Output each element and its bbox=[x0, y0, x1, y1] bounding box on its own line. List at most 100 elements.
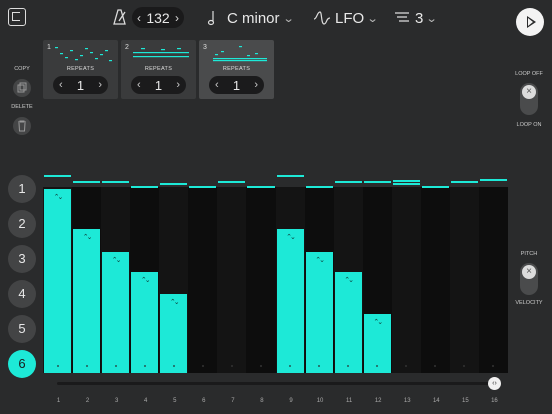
drag-handle-icon[interactable]: ⌃⌄ bbox=[160, 299, 187, 306]
step-dot bbox=[405, 365, 408, 367]
count-selector[interactable]: 3 ⌄ bbox=[394, 8, 438, 28]
repeats-stepper[interactable]: ‹ 1 › bbox=[131, 76, 186, 94]
velocity-bar[interactable]: ⌃⌄ bbox=[305, 251, 333, 373]
step-column[interactable] bbox=[392, 187, 421, 373]
pattern-preview bbox=[133, 48, 189, 58]
step-label: 16 bbox=[491, 398, 498, 404]
step-column[interactable]: ⌃⌄ bbox=[304, 187, 334, 373]
pattern-card-3[interactable]: 3 REPEATS ‹ 1 › bbox=[199, 40, 274, 99]
repeats-decrease-button[interactable]: ‹ bbox=[59, 79, 63, 91]
step-column[interactable]: ⌃⌄ bbox=[159, 187, 188, 373]
step-dot bbox=[259, 365, 262, 367]
step-column[interactable] bbox=[217, 187, 246, 373]
repeats-decrease-button[interactable]: ‹ bbox=[137, 79, 141, 91]
step-column[interactable]: ⌃⌄ bbox=[130, 187, 160, 373]
velocity-bar[interactable]: ⌃⌄ bbox=[131, 271, 159, 373]
step-column[interactable] bbox=[246, 187, 276, 373]
step-label: 10 bbox=[316, 398, 324, 404]
pitch-line bbox=[73, 181, 101, 183]
repeats-label: REPEATS bbox=[66, 66, 95, 72]
tempo-stepper[interactable]: ‹ 132 › bbox=[132, 7, 184, 28]
drag-handle-icon[interactable]: ⌃⌄ bbox=[131, 277, 158, 284]
repeats-increase-button[interactable]: › bbox=[98, 79, 102, 91]
step-column[interactable] bbox=[478, 187, 508, 373]
step-column[interactable] bbox=[420, 187, 450, 373]
channel-button-1[interactable]: 1 bbox=[8, 175, 36, 203]
pattern-preview bbox=[55, 47, 112, 62]
repeats-increase-button[interactable]: › bbox=[254, 79, 258, 91]
pattern-number: 1 bbox=[47, 44, 51, 51]
repeats-decrease-button[interactable]: ‹ bbox=[215, 79, 219, 91]
step-sequencer-grid[interactable]: ⌃⌄ ⌃⌄ ⌃⌄ ⌃⌄ ⌃⌄ ⌃⌄ ⌃⌄ ⌃⌄ ⌃⌄ bbox=[43, 187, 508, 373]
velocity-bar[interactable]: ⌃⌄ bbox=[276, 229, 304, 373]
velocity-bar[interactable]: ⌃⌄ bbox=[334, 271, 362, 373]
step-column[interactable]: ⌃⌄ bbox=[362, 187, 392, 373]
step-label: 13 bbox=[403, 398, 411, 404]
metronome-icon[interactable] bbox=[110, 8, 128, 26]
pitch-line bbox=[276, 175, 304, 177]
pitch-velocity-toggle[interactable]: × bbox=[520, 263, 538, 295]
pattern-card-2[interactable]: 2 REPEATS ‹ 1 › bbox=[121, 40, 196, 99]
pitch-line bbox=[392, 180, 420, 182]
velocity-bar[interactable]: ⌃⌄ bbox=[73, 229, 101, 373]
loop-toggle[interactable]: × bbox=[520, 83, 538, 115]
step-column[interactable]: ⌃⌄ bbox=[43, 187, 72, 373]
drag-handle-icon[interactable]: ⌃⌄ bbox=[102, 257, 129, 264]
step-column[interactable] bbox=[450, 187, 479, 373]
chevron-down-icon: ⌄ bbox=[282, 12, 295, 25]
repeats-stepper[interactable]: ‹ 1 › bbox=[209, 76, 264, 94]
scale-selector[interactable]: C minor ⌄ bbox=[205, 8, 295, 28]
step-column[interactable]: ⌃⌄ bbox=[276, 187, 305, 373]
scale-label: C minor bbox=[227, 9, 280, 27]
repeats-value: 1 bbox=[232, 77, 241, 93]
step-dot bbox=[56, 365, 59, 367]
step-column[interactable]: ⌃⌄ bbox=[101, 187, 130, 373]
step-label: 7 bbox=[231, 398, 235, 404]
drag-handle-icon[interactable]: ⌃⌄ bbox=[364, 319, 391, 326]
tempo-decrease-button[interactable]: ‹ bbox=[137, 11, 141, 25]
step-label: 6 bbox=[202, 398, 206, 404]
loop-on-label: LOOP ON bbox=[516, 122, 542, 128]
pitch-line bbox=[160, 183, 188, 185]
channel-button-3[interactable]: 3 bbox=[8, 245, 36, 273]
channel-button-2[interactable]: 2 bbox=[8, 210, 36, 238]
step-column[interactable]: ⌃⌄ bbox=[334, 187, 363, 373]
drag-handle-icon[interactable]: ⌃⌄ bbox=[44, 194, 71, 201]
lfo-wave-icon bbox=[313, 11, 331, 25]
velocity-bar[interactable]: ⌃⌄ bbox=[102, 251, 130, 373]
step-column[interactable]: ⌃⌄ bbox=[72, 187, 102, 373]
step-label: 9 bbox=[289, 398, 293, 404]
mod-label: LFO bbox=[335, 9, 365, 27]
play-button[interactable] bbox=[516, 8, 544, 36]
repeats-stepper[interactable]: ‹ 1 › bbox=[53, 76, 108, 94]
app-logo-icon[interactable] bbox=[8, 8, 26, 26]
tempo-value: 132 bbox=[146, 9, 170, 26]
velocity-bar[interactable]: ⌃⌄ bbox=[160, 293, 188, 373]
step-column[interactable] bbox=[188, 187, 218, 373]
step-dot bbox=[492, 365, 495, 367]
tempo-increase-button[interactable]: › bbox=[175, 11, 179, 25]
pitch-line bbox=[131, 186, 159, 188]
pitch-line bbox=[102, 181, 130, 183]
scroll-track[interactable] bbox=[57, 382, 497, 385]
step-dot bbox=[143, 365, 146, 367]
step-label: 11 bbox=[346, 398, 353, 404]
channel-button-4[interactable]: 4 bbox=[8, 280, 36, 308]
velocity-bar[interactable]: ⌃⌄ bbox=[44, 189, 72, 373]
repeats-increase-button[interactable]: › bbox=[176, 79, 180, 91]
pattern-card-1[interactable]: 1 REPEATS ‹ 1 › bbox=[43, 40, 118, 99]
drag-handle-icon[interactable]: ⌃⌄ bbox=[277, 234, 304, 241]
drag-handle-icon[interactable]: ⌃⌄ bbox=[306, 257, 333, 264]
copy-button[interactable] bbox=[13, 79, 31, 97]
channel-button-6[interactable]: 6 bbox=[8, 350, 36, 378]
pitch-line bbox=[44, 175, 72, 177]
mod-selector[interactable]: LFO ⌄ bbox=[313, 8, 379, 28]
pitch-line bbox=[421, 186, 449, 188]
scroll-handle[interactable]: ‹› bbox=[488, 377, 501, 390]
drag-handle-icon[interactable]: ⌃⌄ bbox=[73, 234, 100, 241]
repeats-label: REPEATS bbox=[144, 66, 173, 72]
channel-button-5[interactable]: 5 bbox=[8, 315, 36, 343]
drag-handle-icon[interactable]: ⌃⌄ bbox=[335, 277, 362, 284]
delete-button[interactable] bbox=[13, 117, 31, 135]
step-label: 5 bbox=[173, 398, 177, 404]
